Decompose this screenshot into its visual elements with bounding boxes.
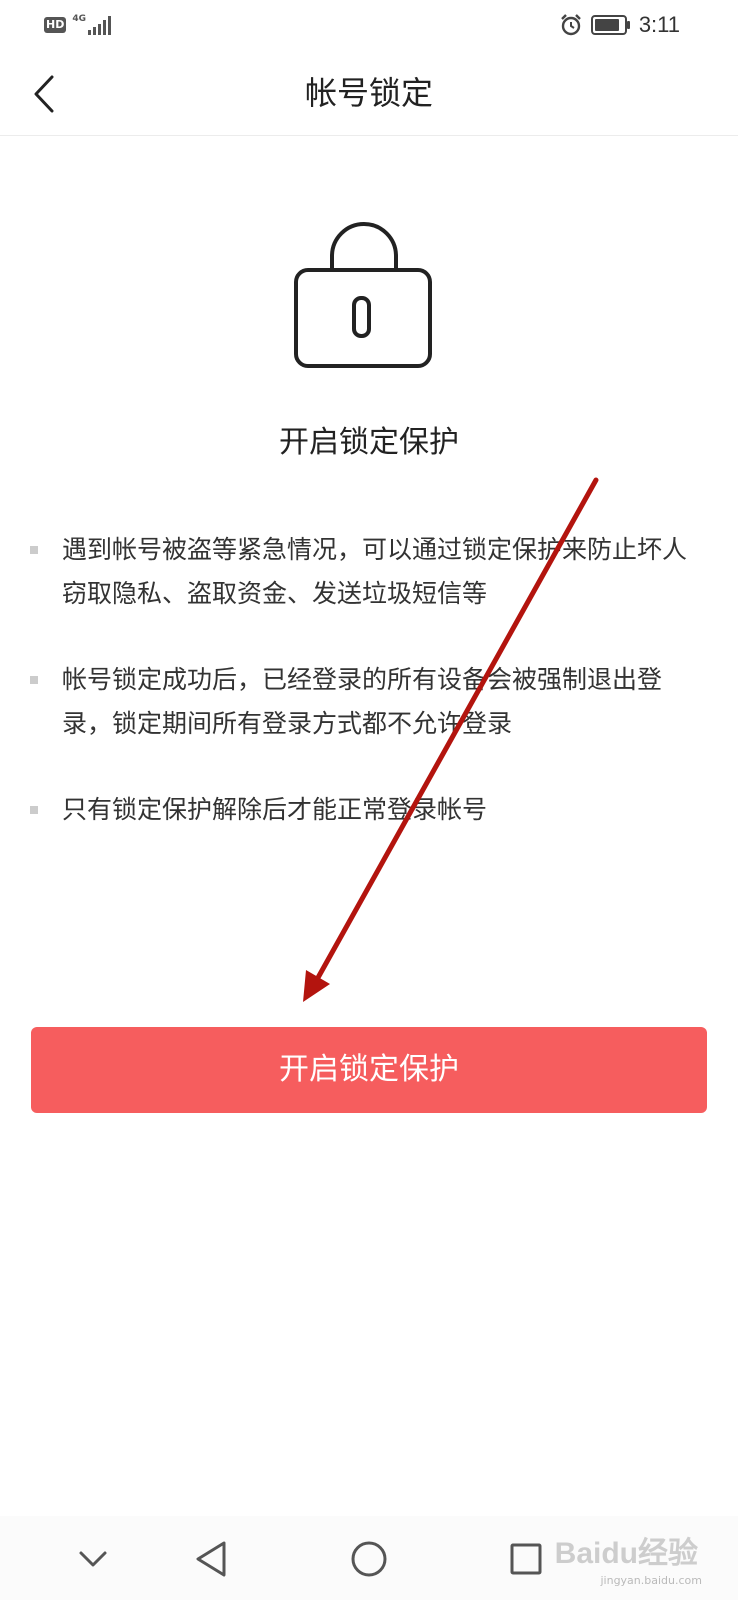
collapse-chevron-icon: [79, 1551, 107, 1567]
system-home-button[interactable]: [342, 1532, 396, 1586]
system-recents-button[interactable]: [499, 1532, 553, 1586]
list-item: 只有锁定保护解除后才能正常登录帐号: [30, 788, 710, 832]
list-item: 遇到帐号被盗等紧急情况，可以通过锁定保护来防止坏人窃取隐私、盗取资金、发送垃圾短…: [30, 528, 710, 616]
enable-lock-button[interactable]: 开启锁定保护: [31, 1027, 707, 1113]
network-type: 4G: [72, 14, 86, 24]
status-left: HD 4G: [44, 14, 114, 36]
hd-badge: HD: [44, 17, 67, 33]
lock-headline: 开启锁定保护: [279, 425, 459, 460]
status-time: 3:11: [638, 12, 680, 37]
info-list: 遇到帐号被盗等紧急情况，可以通过锁定保护来防止坏人窃取隐私、盗取资金、发送垃圾短…: [30, 528, 710, 874]
system-back-button[interactable]: [184, 1532, 238, 1586]
list-item-text: 帐号锁定成功后，已经登录的所有设备会被强制退出登录，锁定期间所有登录方式都不允许…: [62, 665, 663, 738]
watermark-url: jingyan.baidu.com: [600, 1574, 702, 1587]
alarm-icon: [560, 14, 581, 36]
lock-icon: [294, 222, 432, 368]
list-item-text: 遇到帐号被盗等紧急情况，可以通过锁定保护来防止坏人窃取隐私、盗取资金、发送垃圾短…: [62, 535, 688, 608]
home-circle-icon: [351, 1541, 387, 1577]
bullet-marker: [30, 676, 38, 684]
bullet-marker: [30, 546, 38, 554]
page-title: 帐号锁定: [304, 74, 433, 112]
collapse-button[interactable]: [66, 1532, 120, 1586]
back-triangle-icon: [196, 1541, 226, 1577]
status-bar: HD 4G 3:11: [0, 0, 738, 52]
recents-square-icon: [510, 1543, 542, 1575]
bullet-marker: [30, 806, 38, 814]
list-item: 帐号锁定成功后，已经登录的所有设备会被强制退出登录，锁定期间所有登录方式都不允许…: [30, 658, 710, 746]
watermark-logo: Baidu经验: [554, 1537, 698, 1570]
list-item-text: 只有锁定保护解除后才能正常登录帐号: [62, 795, 488, 824]
status-right: 3:11: [559, 12, 680, 38]
nav-bar: 帐号锁定: [0, 52, 738, 136]
battery-icon: [590, 15, 630, 35]
signal-icon: [88, 16, 111, 35]
